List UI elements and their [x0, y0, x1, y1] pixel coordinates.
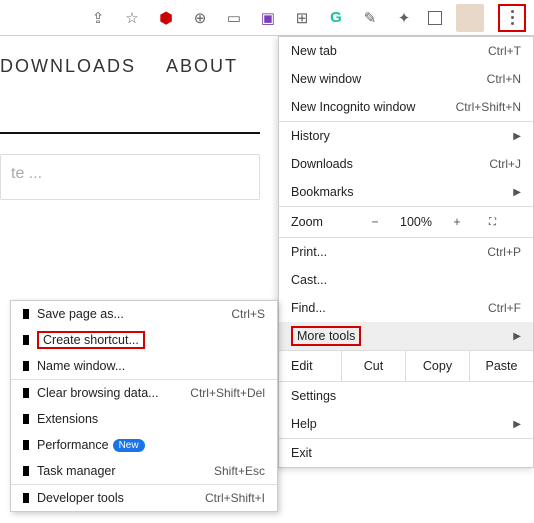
submenu-dev-tools[interactable]: Developer toolsCtrl+Shift+I [11, 485, 277, 511]
submenu-performance[interactable]: PerformanceNew [11, 432, 277, 458]
divider [0, 132, 260, 134]
bookmark-star-icon[interactable]: ☆ [122, 8, 142, 28]
text-input[interactable]: te ... [0, 154, 260, 200]
cut-button[interactable]: Cut [341, 351, 405, 381]
menu-downloads[interactable]: DownloadsCtrl+J [279, 150, 533, 178]
profile-avatar[interactable] [456, 4, 484, 32]
nav-about[interactable]: ABOUT [166, 56, 238, 77]
menu-history[interactable]: History▶ [279, 122, 533, 150]
zoom-label: Zoom [279, 215, 357, 229]
menu-incognito[interactable]: New Incognito windowCtrl+Shift+N [279, 93, 533, 121]
kebab-icon [511, 10, 514, 25]
menu-edit-row: Edit Cut Copy Paste [279, 351, 533, 381]
submenu-task-manager[interactable]: Task managerShift+Esc [11, 458, 277, 484]
more-tools-submenu: Save page as...Ctrl+S Create shortcut...… [10, 300, 278, 512]
submenu-name-window[interactable]: Name window... [11, 353, 277, 379]
zoom-percent: 100% [393, 215, 439, 229]
chrome-main-menu: New tabCtrl+T New windowCtrl+N New Incog… [278, 36, 534, 468]
copy-button[interactable]: Copy [405, 351, 469, 381]
chevron-right-icon: ▶ [513, 187, 521, 198]
browser-toolbar: ⇪ ☆ ⬢ ⊕ ▭ ▣ ⊞ G ✎ ✦ [0, 0, 534, 36]
chevron-right-icon: ▶ [513, 331, 521, 342]
grammarly-icon[interactable]: G [326, 8, 346, 28]
nav-downloads[interactable]: DOWNLOADS [0, 56, 136, 77]
main-menu-button[interactable] [498, 4, 526, 32]
submenu-create-shortcut[interactable]: Create shortcut... [11, 327, 277, 353]
save-page-icon[interactable]: ▭ [224, 8, 244, 28]
menu-exit[interactable]: Exit [279, 439, 533, 467]
extension-icon-1[interactable]: ▣ [258, 8, 278, 28]
new-badge: New [113, 439, 145, 452]
extension-icon-2[interactable]: ⊞ [292, 8, 312, 28]
menu-find[interactable]: Find...Ctrl+F [279, 294, 533, 322]
menu-bookmarks[interactable]: Bookmarks▶ [279, 178, 533, 206]
menu-more-tools[interactable]: More tools ▶ [279, 322, 533, 350]
menu-print[interactable]: Print...Ctrl+P [279, 238, 533, 266]
menu-new-tab[interactable]: New tabCtrl+T [279, 37, 533, 65]
paste-button[interactable]: Paste [469, 351, 533, 381]
submenu-extensions[interactable]: Extensions [11, 406, 277, 432]
create-shortcut-label: Create shortcut... [37, 331, 145, 349]
chevron-right-icon: ▶ [513, 419, 521, 430]
globe-icon[interactable]: ⊕ [190, 8, 210, 28]
fullscreen-icon[interactable]: ⛶ [475, 217, 511, 228]
submenu-save-page[interactable]: Save page as...Ctrl+S [11, 301, 277, 327]
chevron-right-icon: ▶ [513, 131, 521, 142]
menu-help[interactable]: Help▶ [279, 410, 533, 438]
menu-zoom: Zoom − 100% + ⛶ [279, 207, 533, 237]
extensions-puzzle-icon[interactable]: ✦ [394, 8, 414, 28]
share-icon[interactable]: ⇪ [88, 8, 108, 28]
zoom-in-button[interactable]: + [439, 215, 475, 229]
edit-label: Edit [279, 359, 341, 373]
menu-cast[interactable]: Cast... [279, 266, 533, 294]
adblock-icon[interactable]: ⬢ [156, 8, 176, 28]
more-tools-label: More tools [291, 326, 361, 346]
side-panel-icon[interactable] [428, 11, 442, 25]
menu-new-window[interactable]: New windowCtrl+N [279, 65, 533, 93]
zoom-out-button[interactable]: − [357, 215, 393, 229]
extension-icon-3[interactable]: ✎ [360, 8, 380, 28]
submenu-clear-data[interactable]: Clear browsing data...Ctrl+Shift+Del [11, 380, 277, 406]
menu-settings[interactable]: Settings [279, 382, 533, 410]
